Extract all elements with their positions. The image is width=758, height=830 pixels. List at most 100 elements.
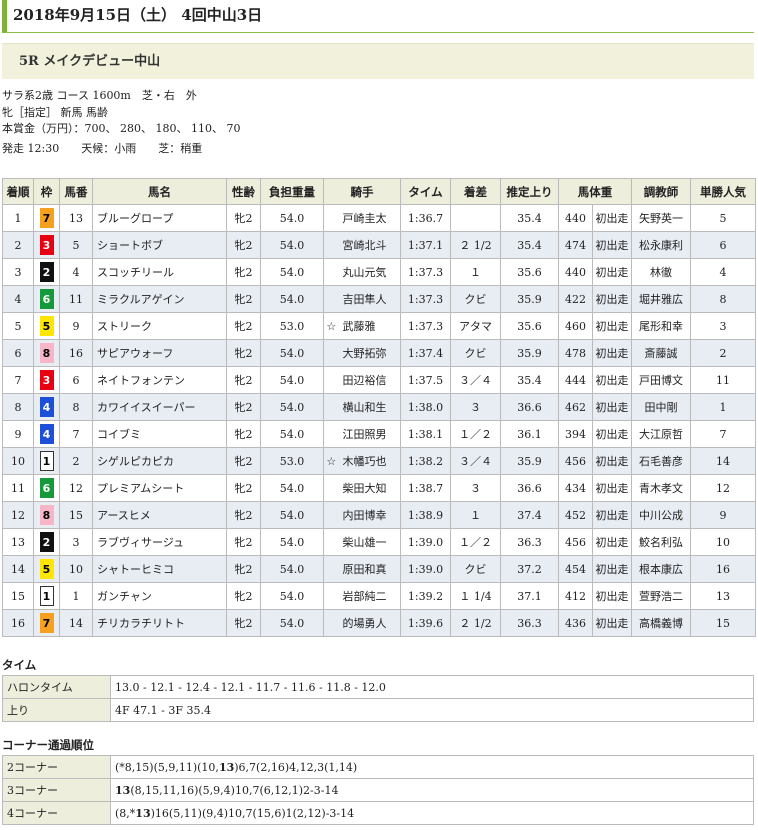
cell-margin: １／２: [450, 528, 501, 556]
cell-name: カワイイスイーパー: [92, 393, 227, 421]
cell-num: 15: [59, 501, 93, 529]
cell-mark: [323, 501, 339, 529]
cell-jockey: 柴田大知: [338, 474, 401, 502]
cell-weight: 53.0: [260, 312, 324, 340]
cell-body: 422: [558, 285, 593, 313]
cell-name: アースヒメ: [92, 501, 227, 529]
time-table: ハロンタイム 13.0 - 12.1 - 12.4 - 12.1 - 11.7 …: [2, 675, 754, 722]
cell-pos: 14: [2, 555, 34, 583]
cell-pos: 9: [2, 420, 34, 448]
table-row: 15 1 1 ガンチャン 牝2 54.0 岩部純二 1:39.2 １ 1/4 37.1 412 初出走…: [2, 582, 756, 610]
cell-jockey: 田辺裕信: [338, 366, 401, 394]
table-row: 10 1 2 シゲルピカピカ 牝2 53.0 ☆ 木幡巧也 1:38.2 ３／４ 35.9 456 初出…: [2, 447, 756, 475]
waku-cell: 8: [33, 339, 60, 367]
cell-last3f: 37.4: [500, 501, 559, 529]
cell-body: 454: [558, 555, 593, 583]
cell-pop: 14: [690, 447, 756, 475]
waku-badge: 6: [39, 289, 54, 309]
cell-jockey: 宮崎北斗: [338, 231, 401, 259]
cell-body: 478: [558, 339, 593, 367]
cell-mark: [323, 285, 339, 313]
waku-badge: 4: [39, 397, 54, 417]
waku-cell: 1: [33, 447, 60, 475]
table-row: 9 4 7 コイブミ 牝2 54.0 江田照男 1:38.1 １／２ 36.1 394 初出走 大江原哲…: [2, 420, 756, 448]
cell-mark: [323, 231, 339, 259]
col-header-body: 馬体重: [558, 178, 632, 205]
col-header-time: タイム: [400, 178, 451, 205]
cell-body: 462: [558, 393, 593, 421]
cell-body: 440: [558, 204, 593, 232]
cell-sex: 牝2: [226, 582, 261, 610]
cell-trainer: 田中剛: [631, 393, 691, 421]
cell-pos: 10: [2, 447, 34, 475]
cell-pos: 5: [2, 312, 34, 340]
cell-pop: 15: [690, 609, 756, 637]
cell-bodychg: 初出走: [592, 312, 632, 340]
cell-last3f: 35.9: [500, 447, 559, 475]
cell-num: 14: [59, 609, 93, 637]
cell-pos: 13: [2, 528, 34, 556]
cell-pos: 3: [2, 258, 34, 286]
cell-body: 440: [558, 258, 593, 286]
cell-time: 1:37.3: [400, 258, 451, 286]
col-header-waku: 枠: [33, 178, 60, 205]
time-row-label: ハロンタイム: [2, 675, 111, 699]
cell-margin: ３: [450, 474, 501, 502]
cell-last3f: 35.6: [500, 312, 559, 340]
cell-weight: 54.0: [260, 366, 324, 394]
cell-mark: [323, 339, 339, 367]
cell-weight: 54.0: [260, 474, 324, 502]
table-row: 12 8 15 アースヒメ 牝2 54.0 内田博幸 1:38.9 １ 37.4 452 初出走 中川公…: [2, 501, 756, 529]
cell-trainer: 萱野浩二: [631, 582, 691, 610]
cell-time: 1:37.3: [400, 312, 451, 340]
col-header-trainer: 調教師: [631, 178, 691, 205]
cell-time: 1:37.5: [400, 366, 451, 394]
waku-badge: 3: [39, 235, 54, 255]
cell-weight: 54.0: [260, 420, 324, 448]
cell-weight: 54.0: [260, 204, 324, 232]
cell-name: ラブヴィサージュ: [92, 528, 227, 556]
cell-pop: 9: [690, 501, 756, 529]
cell-trainer: 尾形和幸: [631, 312, 691, 340]
table-row: 2 3 5 ショートボブ 牝2 54.0 宮崎北斗 1:37.1 ２ 1/2 35.4 474 初出走…: [2, 231, 756, 259]
corner-order-text: )16(5,11)(9,4)10,7(15,6)1(2,12)-3-14: [150, 806, 355, 820]
cell-jockey: 吉田隼人: [338, 285, 401, 313]
race-info-line: 牝［指定］ 新馬 馬齢: [2, 105, 108, 119]
cell-body: 460: [558, 312, 593, 340]
cell-pop: 10: [690, 528, 756, 556]
cell-sex: 牝2: [226, 420, 261, 448]
race-title-bar: 5R メイクデビュー中山: [2, 43, 754, 79]
cell-pos: 15: [2, 582, 34, 610]
cell-trainer: 青木孝文: [631, 474, 691, 502]
cell-sex: 牝2: [226, 312, 261, 340]
cell-name: チリカラチリトト: [92, 609, 227, 637]
cell-jockey: 柴山雄一: [338, 528, 401, 556]
cell-jockey: 木幡巧也: [338, 447, 401, 475]
cell-num: 6: [59, 366, 93, 394]
cell-bodychg: 初出走: [592, 339, 632, 367]
time-row-value: 4F 47.1 - 3F 35.4: [110, 698, 754, 722]
cell-weight: 54.0: [260, 258, 324, 286]
cell-name: コイブミ: [92, 420, 227, 448]
cell-last3f: 35.9: [500, 285, 559, 313]
cell-name: ガンチャン: [92, 582, 227, 610]
col-header-weight: 負担重量: [260, 178, 324, 205]
cell-jockey: 戸崎圭太: [338, 204, 401, 232]
cell-mark: [323, 474, 339, 502]
col-header-jockey: 騎手: [323, 178, 401, 205]
cell-margin: ３: [450, 393, 501, 421]
cell-body: 394: [558, 420, 593, 448]
col-header-margin: 着差: [450, 178, 501, 205]
cell-margin: クビ: [450, 555, 501, 583]
race-info-line: サラ系2歳 コース 1600m 芝・右 外: [2, 89, 197, 102]
cell-jockey: 岩部純二: [338, 582, 401, 610]
cell-bodychg: 初出走: [592, 582, 632, 610]
waku-badge: 2: [39, 262, 54, 282]
corner-row: 2コーナー (*8,15)(5,9,11)(10,13)6,7(2,16)4,12…: [2, 755, 754, 779]
cell-bodychg: 初出走: [592, 420, 632, 448]
cell-jockey: 江田照男: [338, 420, 401, 448]
cell-time: 1:37.4: [400, 339, 451, 367]
cell-bodychg: 初出走: [592, 501, 632, 529]
table-row: 16 7 14 チリカラチリトト 牝2 54.0 的場勇人 1:39.6 ２ 1/2 36.3 43…: [2, 609, 756, 637]
race-info-line: 本賞金（万円）：700、 280、 180、 110、 70: [2, 122, 241, 135]
